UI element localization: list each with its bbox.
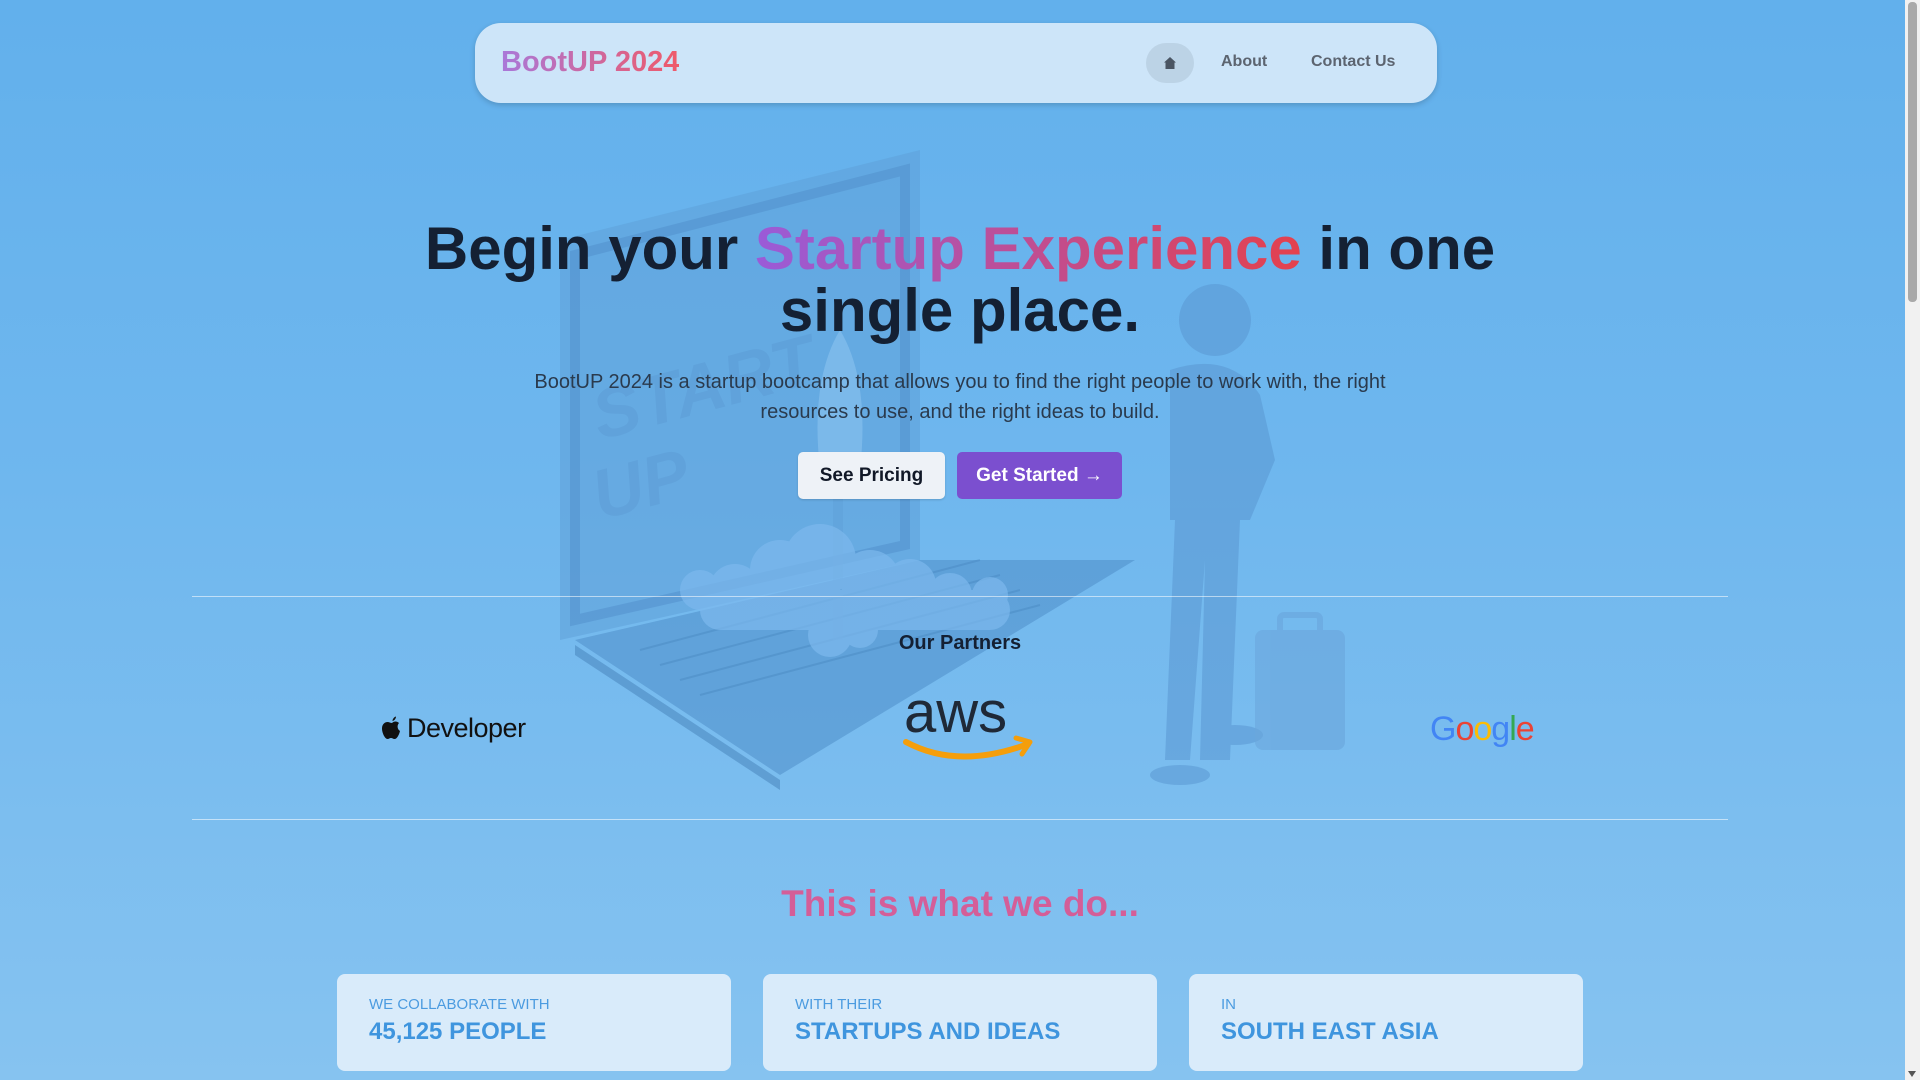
aws-logo[interactable]: aws [898, 684, 1038, 774]
stat-card: WITH THEIR STARTUPS AND IDEAS [763, 974, 1157, 1071]
see-pricing-label: See Pricing [819, 464, 924, 486]
scroll-down-arrow-icon[interactable] [1908, 1071, 1916, 1077]
google-letter: G [1430, 710, 1456, 748]
home-icon [1164, 57, 1176, 69]
google-logo[interactable]: Google [1430, 710, 1535, 749]
google-letter: o [1473, 710, 1492, 748]
google-letter: g [1491, 710, 1510, 748]
google-letter: e [1515, 710, 1535, 748]
stat-card-label: WE COLLABORATE WITH [369, 996, 550, 1013]
hero-title-highlight: Startup Experience [754, 215, 1302, 282]
apple-developer-text: Developer [407, 713, 526, 743]
get-started-label: Get Started [976, 464, 1079, 486]
divider-bottom [192, 819, 1728, 820]
stat-card-value: SOUTH EAST ASIA [1221, 1018, 1439, 1045]
stat-card-value: STARTUPS AND IDEAS [795, 1018, 1061, 1045]
hero-title: Begin your Startup Experience in one sin… [360, 218, 1560, 342]
apple-developer-logo[interactable]: Developer [381, 713, 526, 744]
svg-text:UP: UP [584, 434, 698, 535]
brand-logo[interactable]: BootUP 2024 [501, 46, 679, 79]
section-title: This is what we do... [781, 883, 1139, 924]
page-scrollbar[interactable] [1905, 0, 1920, 1080]
stat-card: WE COLLABORATE WITH 45,125 PEOPLE [337, 974, 731, 1071]
divider-top [192, 596, 1728, 597]
stat-card: IN SOUTH EAST ASIA [1189, 974, 1583, 1071]
home-button[interactable] [1146, 43, 1194, 83]
nav-link-contact-us[interactable]: Contact Us [1311, 53, 1395, 71]
navbar: BootUP 2024 About Contact Us [475, 23, 1437, 103]
google-letter: o [1455, 710, 1474, 748]
stat-card-label: WITH THEIR [795, 996, 883, 1013]
hero-subtitle: BootUP 2024 is a startup bootcamp that a… [534, 371, 1386, 423]
arrow-right-icon: → [1083, 464, 1103, 486]
stat-card-value: 45,125 PEOPLE [369, 1018, 547, 1045]
scrollbar-thumb[interactable] [1908, 2, 1917, 302]
get-started-button[interactable]: Get Started → [957, 452, 1122, 499]
hero-title-before: Begin your [424, 215, 755, 282]
stat-card-label: IN [1221, 996, 1236, 1013]
nav-link-about[interactable]: About [1221, 53, 1267, 71]
partners-title: Our Partners [898, 632, 1022, 654]
aws-logo-text: aws [904, 684, 1007, 745]
apple-icon [382, 716, 400, 739]
see-pricing-button[interactable]: See Pricing [798, 452, 945, 499]
